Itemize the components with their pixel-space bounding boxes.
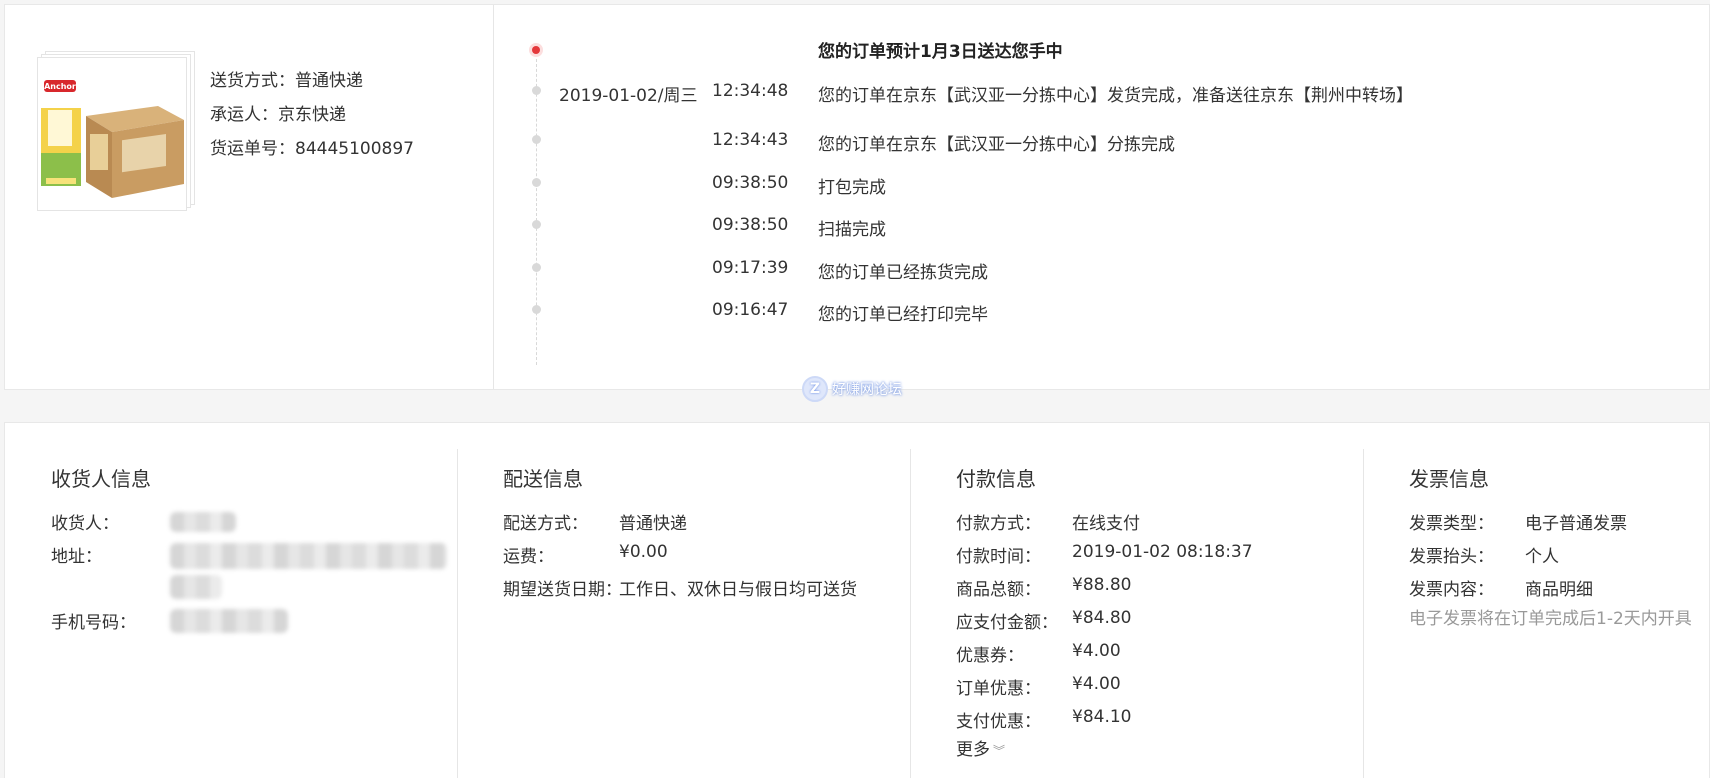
delivery-estimate-headline: 您的订单预计1月3日送达您手中 bbox=[818, 42, 1063, 62]
phone-label: 手机号码： bbox=[51, 613, 136, 633]
address-label: 地址： bbox=[51, 547, 102, 567]
timeline-dot-icon bbox=[532, 86, 541, 95]
coupon-value: ¥4.00 bbox=[1072, 641, 1121, 661]
invoice-type-label: 发票类型： bbox=[1409, 514, 1494, 534]
carrier-value: 京东快递 bbox=[278, 105, 346, 125]
invoice-info-title: 发票信息 bbox=[1409, 467, 1489, 491]
invoice-type-value: 电子普通发票 bbox=[1525, 514, 1627, 534]
tracking-number-row: 货运单号：84445100897 bbox=[210, 134, 414, 159]
event-text: 您的订单在京东【武汉亚一分拣中心】发货完成，准备送往京东【荆州中转场】 bbox=[818, 86, 1413, 106]
timeline-dot-icon bbox=[532, 178, 541, 187]
shipping-method-value: 普通快递 bbox=[295, 71, 363, 91]
chevron-down-double-icon: ︾ bbox=[993, 744, 1006, 758]
watermark-logo-icon: Z bbox=[802, 376, 828, 402]
timeline-axis bbox=[536, 59, 537, 365]
receiver-name-label: 收货人： bbox=[51, 514, 119, 534]
timeline-dot-icon bbox=[532, 135, 541, 144]
tracking-number-label: 货运单号： bbox=[210, 139, 295, 159]
tracking-timeline: 您的订单预计1月3日送达您手中 2019-01-02/周三 12:34:48 您… bbox=[495, 5, 1709, 389]
carrier-row: 承运人：京东快递 bbox=[210, 100, 346, 125]
shipment-summary: Anchor 送货方式：普通快递 承运人：京东快递 货运单号：844451008… bbox=[5, 5, 494, 389]
event-text: 您的订单在京东【武汉亚一分拣中心】分拣完成 bbox=[818, 135, 1175, 155]
payment-info-section: 付款信息 付款方式： 在线支付 付款时间： 2019-01-02 08:18:3… bbox=[910, 449, 1363, 778]
timeline-dot-icon bbox=[532, 220, 541, 229]
tracking-number-value[interactable]: 84445100897 bbox=[295, 139, 414, 159]
invoice-note: 电子发票将在订单完成后1-2天内开具 bbox=[1409, 609, 1692, 629]
payment-method-label: 付款方式： bbox=[956, 514, 1041, 534]
shipping-method-label: 送货方式： bbox=[210, 71, 295, 91]
event-time: 09:38:50 bbox=[712, 173, 789, 193]
payment-time-label: 付款时间： bbox=[956, 547, 1041, 567]
payment-method-value: 在线支付 bbox=[1072, 514, 1140, 534]
carrier-label: 承运人： bbox=[210, 105, 278, 125]
svg-text:Anchor: Anchor bbox=[44, 82, 76, 91]
payment-discount-label: 支付优惠： bbox=[956, 712, 1041, 732]
expected-date-value: 工作日、双休日与假日均可送货 bbox=[619, 580, 857, 600]
invoice-content-value: 商品明细 bbox=[1525, 580, 1593, 600]
delivery-method-value: 普通快递 bbox=[619, 514, 687, 534]
event-text: 您的订单已经打印完毕 bbox=[818, 305, 988, 325]
shipping-fee-label: 运费： bbox=[503, 547, 554, 567]
phone-redacted bbox=[170, 609, 288, 633]
product-thumbnail[interactable]: Anchor bbox=[37, 51, 197, 215]
event-text: 扫描完成 bbox=[818, 220, 886, 240]
event-time: 09:38:50 bbox=[712, 215, 789, 235]
shipping-fee-value: ¥0.00 bbox=[619, 542, 668, 562]
delivery-info-section: 配送信息 配送方式： 普通快递 运费： ¥0.00 期望送货日期： 工作日、双休… bbox=[457, 449, 910, 778]
invoice-info-section: 发票信息 发票类型： 电子普通发票 发票抬头： 个人 发票内容： 商品明细 电子… bbox=[1363, 449, 1710, 778]
amount-due-label: 应支付金额： bbox=[956, 613, 1058, 633]
invoice-header-value: 个人 bbox=[1525, 547, 1559, 567]
event-time: 09:17:39 bbox=[712, 258, 789, 278]
more-payment-details-link[interactable]: 更多 ︾ bbox=[956, 735, 1005, 760]
payment-time-value: 2019-01-02 08:18:37 bbox=[1072, 542, 1253, 562]
address-redacted bbox=[170, 543, 447, 569]
event-time: 12:34:48 bbox=[712, 81, 789, 101]
event-time: 09:16:47 bbox=[712, 300, 789, 320]
receiver-info-title: 收货人信息 bbox=[51, 467, 151, 491]
payment-discount-value: ¥84.10 bbox=[1072, 707, 1132, 727]
watermark-text: 好赚网论坛 bbox=[832, 382, 902, 398]
event-text: 打包完成 bbox=[818, 178, 886, 198]
delivery-method-label: 配送方式： bbox=[503, 514, 588, 534]
event-time: 12:34:43 bbox=[712, 130, 789, 150]
goods-total-value: ¥88.80 bbox=[1072, 575, 1132, 595]
timeline-dot-icon bbox=[532, 263, 541, 272]
forum-watermark: Z 好赚网论坛 bbox=[802, 375, 902, 403]
amount-due-value: ¥84.80 bbox=[1072, 608, 1132, 628]
delivery-info-title: 配送信息 bbox=[503, 467, 583, 491]
goods-total-label: 商品总额： bbox=[956, 580, 1041, 600]
order-discount-value: ¥4.00 bbox=[1072, 674, 1121, 694]
milk-product-image: Anchor bbox=[41, 76, 184, 198]
expected-date-label: 期望送货日期： bbox=[503, 580, 622, 600]
logistics-panel: Anchor 送货方式：普通快递 承运人：京东快递 货运单号：844451008… bbox=[4, 4, 1710, 390]
coupon-label: 优惠券： bbox=[956, 646, 1024, 666]
invoice-content-label: 发票内容： bbox=[1409, 580, 1494, 600]
address-redacted bbox=[170, 575, 222, 599]
timeline-dot-icon bbox=[532, 305, 541, 314]
receiver-name-redacted bbox=[170, 512, 236, 532]
order-discount-label: 订单优惠： bbox=[956, 679, 1041, 699]
payment-info-title: 付款信息 bbox=[956, 467, 1036, 491]
order-info-panel: 收货人信息 收货人： 地址： 手机号码： 配送信息 配送方式： 普通快递 运费：… bbox=[4, 422, 1710, 778]
current-status-dot-icon bbox=[529, 43, 543, 57]
event-text: 您的订单已经拣货完成 bbox=[818, 263, 988, 283]
receiver-info-section: 收货人信息 收货人： 地址： 手机号码： bbox=[5, 449, 457, 778]
shipping-method-row: 送货方式：普通快递 bbox=[210, 66, 363, 91]
event-date: 2019-01-02/周三 bbox=[559, 86, 698, 106]
invoice-header-label: 发票抬头： bbox=[1409, 547, 1494, 567]
more-link-label: 更多 bbox=[956, 740, 990, 760]
